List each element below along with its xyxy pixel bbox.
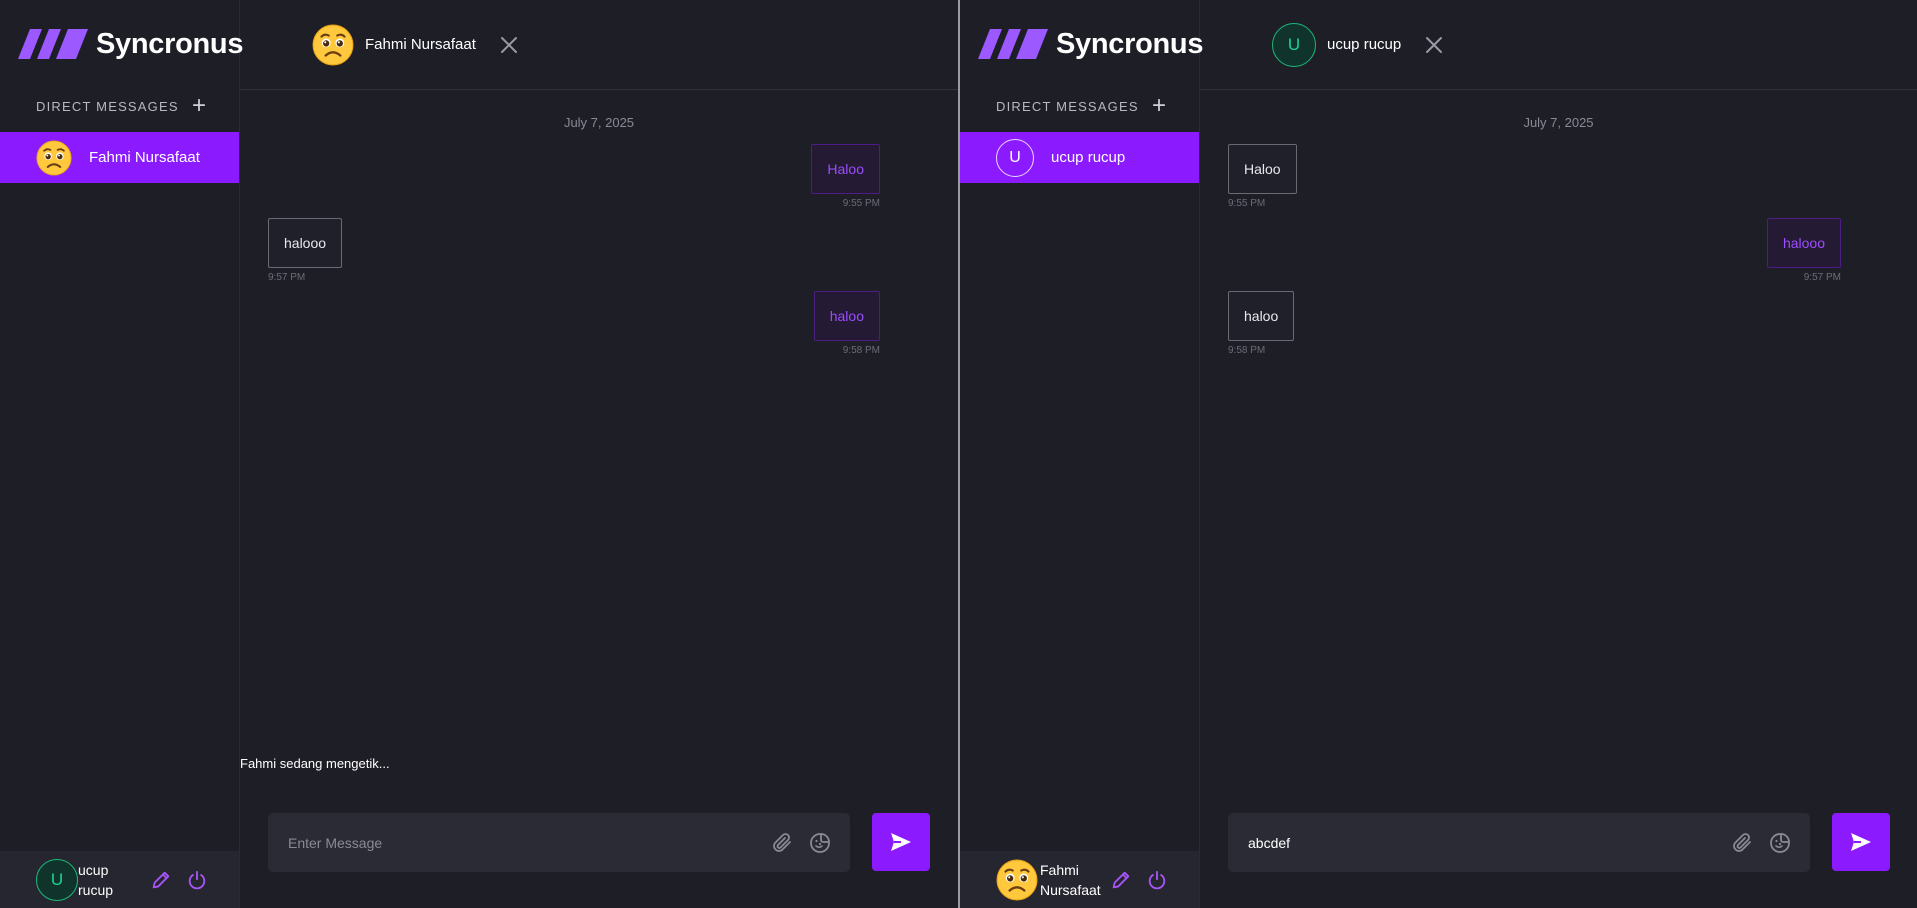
paperclip-icon[interactable] [1730,831,1754,855]
message-bubble[interactable]: haloo [1228,291,1295,341]
direct-messages-header: DIRECT MESSAGES + [996,94,1166,118]
right-chat-window: Syncronus DIRECT MESSAGES + U ucup rucup… [960,0,1917,908]
date-separator: July 7, 2025 [563,115,635,130]
close-icon[interactable] [1425,36,1443,54]
chat-contact-name: Fahmi Nursafaat [365,36,476,53]
message-input[interactable] [1246,826,1730,859]
message-time: 9:57 PM [268,272,306,283]
message-time: 9:58 PM [1228,345,1266,356]
plus-icon[interactable]: + [192,94,206,118]
send-icon [889,830,913,854]
left-chat-window: Syncronus DIRECT MESSAGES + Fahmi Nursaf… [0,0,958,908]
message-input[interactable] [286,826,770,859]
message-incoming: halooo 9:57 PM [268,218,343,283]
typing-indicator: Fahmi sedang mengetik... [240,756,390,771]
slash-stripes-logo-icon [978,29,1048,59]
contact-name: Fahmi Nursafaat [89,149,200,166]
chat-area: Fahmi Nursafaat July 7, 2025 Haloo 9:55 … [240,0,958,908]
message-time: 9:57 PM [1803,272,1841,283]
sidebar: Syncronus DIRECT MESSAGES + Fahmi Nursaf… [0,0,243,908]
message-incoming: Haloo 9:55 PM [1228,144,1297,209]
direct-messages-header: DIRECT MESSAGES + [36,94,206,118]
power-icon[interactable] [186,869,208,891]
contact-name: ucup rucup [1051,149,1126,166]
worried-face-emoji-icon [312,24,354,66]
send-button[interactable] [872,813,930,871]
current-user-name-line1: ucup [78,861,109,878]
pencil-icon[interactable] [1110,869,1132,891]
current-user-name: ucup rucup [78,860,148,900]
direct-messages-title: DIRECT MESSAGES [36,98,179,114]
brand-name: Syncronus [96,27,244,60]
message-time: 9:55 PM [842,198,880,209]
current-user-name-line2: Nursafaat [1040,881,1101,898]
pencil-icon[interactable] [150,869,172,891]
message-incoming: haloo 9:58 PM [1228,291,1295,356]
message-bubble[interactable]: halooo [268,218,343,268]
brand[interactable]: Syncronus [18,26,243,62]
chat-header: U ucup rucup [1200,0,1917,90]
current-user-avatar[interactable]: U [36,858,78,901]
message-bubble[interactable]: Haloo [811,144,880,194]
current-user-footer: U ucup rucup [0,851,239,908]
worried-face-emoji-icon[interactable] [996,859,1038,901]
current-user-name: Fahmi Nursafaat [1040,860,1110,900]
slash-stripes-logo-icon [18,29,88,59]
brand[interactable]: Syncronus [978,26,1203,62]
current-user-name-line1: Fahmi [1040,861,1079,878]
message-outgoing: haloo 9:58 PM [813,291,880,356]
paperclip-icon[interactable] [770,831,794,855]
chat-header: Fahmi Nursafaat [240,0,958,90]
message-composer [1228,813,1810,872]
sidebar: Syncronus DIRECT MESSAGES + U ucup rucup… [960,0,1203,908]
sticker-icon[interactable] [808,831,832,855]
date-separator: July 7, 2025 [1523,115,1594,130]
current-user-footer: Fahmi Nursafaat [960,851,1199,908]
chat-contact-avatar: U [1272,22,1316,67]
message-bubble[interactable]: Haloo [1228,144,1297,194]
message-bubble[interactable]: haloo [813,291,880,341]
message-time: 9:58 PM [842,345,880,356]
message-bubble[interactable]: halooo [1766,218,1841,268]
message-outgoing: halooo 9:57 PM [1766,218,1841,283]
message-time: 9:55 PM [1228,198,1266,209]
contact-item-fahmi-nursafaat[interactable]: Fahmi Nursafaat [0,132,239,183]
direct-messages-title: DIRECT MESSAGES [996,98,1139,114]
chat-contact-name: ucup rucup [1327,36,1402,53]
plus-icon[interactable]: + [1152,94,1166,118]
current-user-name-line2: rucup [78,881,114,898]
send-icon [1849,830,1873,854]
message-outgoing: Haloo 9:55 PM [811,144,880,209]
power-icon[interactable] [1146,869,1168,891]
send-button[interactable] [1832,813,1890,871]
chat-area: U ucup rucup July 7, 2025 Haloo 9:55 PM … [1200,0,1917,908]
contact-item-ucup-rucup[interactable]: U ucup rucup [960,132,1199,183]
message-composer [268,813,850,872]
brand-name: Syncronus [1056,27,1204,60]
sticker-icon[interactable] [1768,831,1792,855]
worried-face-emoji-icon [36,140,72,176]
contact-avatar: U [996,138,1034,177]
close-icon[interactable] [500,36,518,54]
